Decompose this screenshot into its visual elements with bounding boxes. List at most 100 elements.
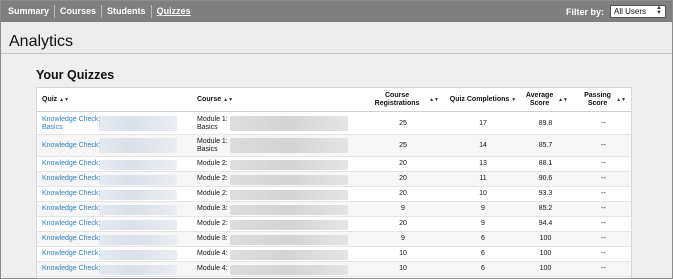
course-name: Module 1: (197, 115, 228, 123)
redacted-text (230, 220, 348, 230)
course-cell: Module 2: (197, 172, 228, 186)
quiz-cell[interactable]: Knowledge Check: (42, 232, 100, 246)
table-row: Knowledge Check: Module 3: 9 9 85.2 -- (37, 202, 631, 217)
course-cell: Module 3: (197, 232, 228, 246)
col-header-quiz-label: Quiz (42, 96, 58, 103)
filter-value: All Users (614, 7, 647, 16)
tab-quizzes[interactable]: Quizzes (152, 5, 196, 18)
passing-score-cell: -- (601, 119, 606, 127)
quiz-link[interactable]: Knowledge Check: (42, 205, 100, 213)
redacted-text (230, 265, 348, 275)
table-header: Quiz ▲▼ Course ▲▼ Course Registrations ▲▼ Q… (37, 88, 631, 112)
tab-courses[interactable]: Courses (55, 5, 103, 18)
quiz-cell[interactable]: Knowledge Check: Basics (42, 113, 100, 134)
table-row: Knowledge Check: Module 3: 9 6 100 -- (37, 232, 631, 247)
table-row: Knowledge Check: Module 4: 10 6 100 -- (37, 247, 631, 262)
redacted-text (99, 138, 177, 153)
average-score-cell: 93.3 (538, 190, 553, 197)
col-header-average[interactable]: Average Score ▲▼ (523, 88, 568, 112)
course-name: Module 2: (197, 190, 228, 197)
redacted-text (99, 250, 177, 260)
col-header-passing[interactable]: Passing Score ▲▼ (581, 88, 626, 112)
page-title: Analytics (9, 33, 74, 50)
quiz-link[interactable]: Knowledge Check: (42, 235, 100, 243)
quiz-cell[interactable]: Knowledge Check: (42, 262, 100, 276)
redacted-text (230, 175, 348, 185)
redacted-text (99, 160, 177, 170)
col-header-course[interactable]: Course ▲▼ (197, 88, 233, 112)
nav-tabs: Summary Courses Students Quizzes (1, 1, 196, 22)
col-header-completions[interactable]: Quiz Completions ▼ (447, 88, 519, 112)
course-name: Module 4: (197, 250, 228, 257)
quiz-link-line2[interactable]: Basics (42, 124, 63, 132)
filter-select[interactable]: All Users ▲ ▼ (610, 5, 666, 18)
quiz-link[interactable]: Knowledge Check: (42, 265, 100, 273)
quiz-cell[interactable]: Knowledge Check: (42, 172, 100, 186)
sort-icon: ▲▼ (429, 97, 439, 103)
quiz-link[interactable]: Knowledge Check: (42, 190, 100, 198)
passing-score-cell: -- (601, 250, 606, 257)
redacted-text (99, 205, 177, 215)
table-row: Knowledge Check: Module 2: 20 13 88.1 -- (37, 157, 631, 172)
quiz-cell[interactable]: Knowledge Check: (42, 187, 100, 201)
course-name: Module 1: (197, 137, 228, 145)
col-header-quiz[interactable]: Quiz ▲▼ (42, 88, 69, 112)
quiz-link[interactable]: Knowledge Check: (42, 160, 100, 168)
tab-students[interactable]: Students (102, 5, 152, 18)
quiz-link[interactable]: Knowledge Check: (42, 116, 100, 124)
redacted-text (230, 235, 348, 245)
sort-icon: ▲▼ (616, 97, 626, 103)
filter-control: Filter by: All Users ▲ ▼ (566, 5, 666, 18)
average-score-cell: 85.7 (538, 141, 553, 149)
course-cell: Module 2: (197, 187, 228, 201)
sort-icon: ▲▼ (223, 97, 234, 103)
course-name-line2: Basics (197, 145, 218, 153)
passing-score-cell: -- (601, 141, 606, 149)
registrations-cell: 10 (399, 250, 407, 257)
completions-cell: 13 (479, 160, 487, 167)
quiz-cell[interactable]: Knowledge Check: (42, 157, 100, 171)
redacted-text (230, 205, 348, 215)
redacted-text (230, 138, 348, 153)
course-cell: Module 4: (197, 247, 228, 261)
course-cell: Module 4: (197, 262, 228, 276)
quiz-link[interactable]: Knowledge Check: (42, 175, 100, 183)
course-name: Module 4: (197, 265, 228, 272)
passing-score-cell: -- (601, 205, 606, 212)
passing-score-cell: -- (601, 160, 606, 167)
top-nav: Summary Courses Students Quizzes Filter … (1, 1, 672, 22)
course-cell: Module 1: Basics (197, 113, 228, 134)
completions-cell: 9 (481, 205, 485, 212)
passing-score-cell: -- (601, 190, 606, 197)
quiz-cell[interactable]: Knowledge Check: (42, 135, 100, 156)
redacted-text (230, 116, 348, 131)
registrations-cell: 20 (399, 220, 407, 227)
registrations-cell: 25 (399, 141, 407, 149)
completions-cell: 6 (481, 250, 485, 257)
redacted-text (230, 250, 348, 260)
registrations-cell: 10 (399, 265, 407, 272)
course-name: Module 2: (197, 220, 228, 227)
col-header-registrations[interactable]: Course Registrations ▲▼ (367, 88, 439, 112)
col-header-average-label: Average Score (525, 92, 554, 107)
quizzes-table: Quiz ▲▼ Course ▲▼ Course Registrations ▲▼ Q… (36, 87, 632, 278)
table-row: Knowledge Check: Basics Module 1: Basics 25 1… (37, 113, 631, 135)
average-score-cell: 89.8 (538, 119, 553, 127)
quiz-cell[interactable]: Knowledge Check: (42, 247, 100, 261)
table-row: Knowledge Check: Module 2: 20 10 93.3 -- (37, 187, 631, 202)
passing-score-cell: -- (601, 220, 606, 227)
completions-cell: 17 (479, 119, 487, 127)
quiz-link[interactable]: Knowledge Check: (42, 220, 100, 228)
course-cell: Module 3: (197, 202, 228, 216)
quiz-cell[interactable]: Knowledge Check: (42, 202, 100, 216)
quiz-cell[interactable]: Knowledge Check: (42, 217, 100, 231)
quiz-link[interactable]: Knowledge Check: (42, 142, 100, 150)
redacted-text (99, 116, 177, 131)
col-header-completions-label: Quiz Completions (449, 96, 510, 103)
quiz-link[interactable]: Knowledge Check: (42, 250, 100, 258)
tab-summary[interactable]: Summary (3, 5, 56, 18)
col-header-course-label: Course (197, 96, 222, 103)
passing-score-cell: -- (601, 175, 606, 182)
completions-cell: 6 (481, 265, 485, 272)
col-header-registrations-label: Course Registrations (374, 92, 420, 107)
